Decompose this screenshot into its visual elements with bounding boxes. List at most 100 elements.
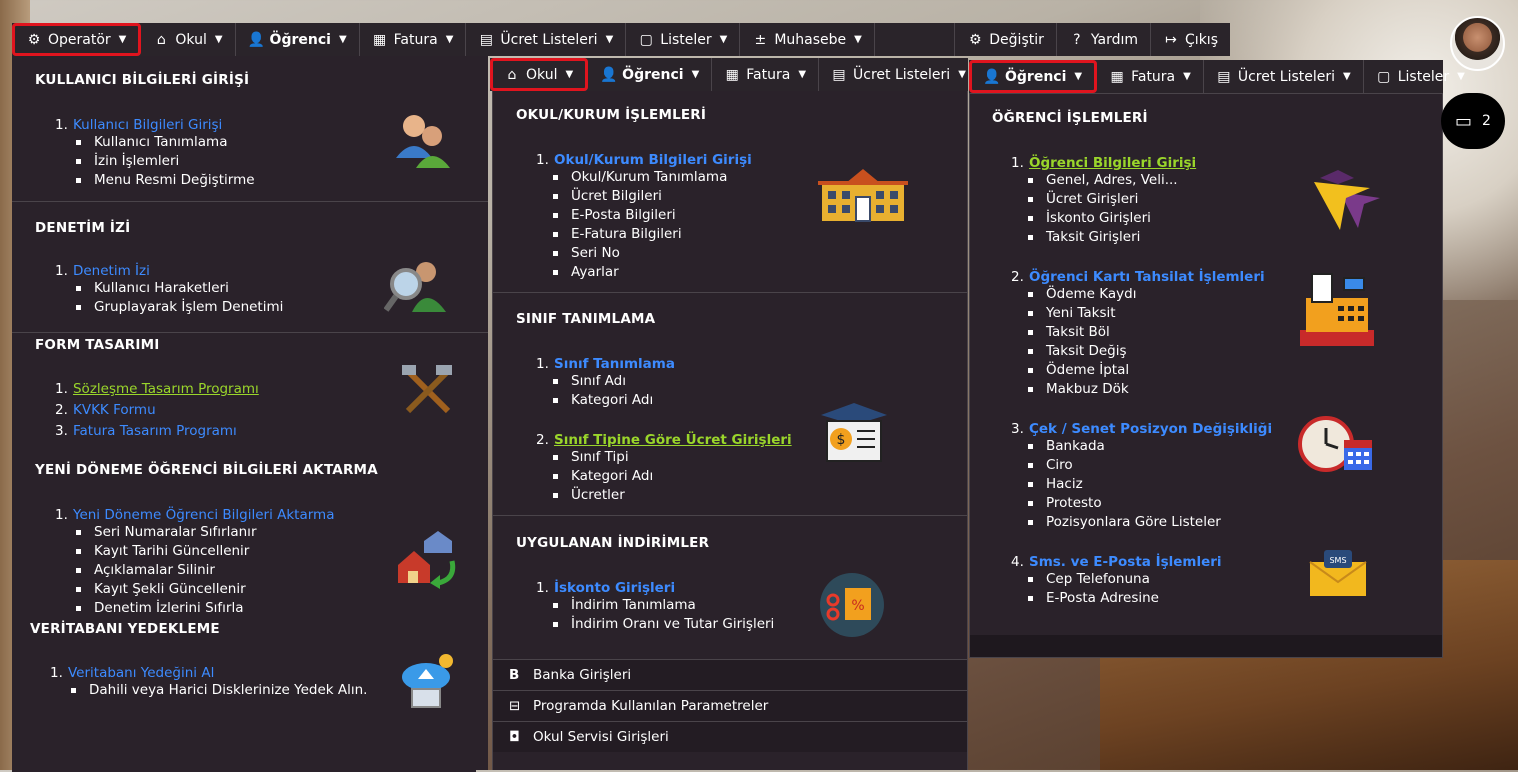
menu-subitem[interactable]: E-Fatura Bilgileri [549,225,727,244]
user-icon: 👤 [247,31,265,48]
menu-subitem[interactable]: Makbuz Dök [1024,380,1136,399]
caret-down-icon: ▼ [1183,71,1191,82]
bank-b-icon: B [509,667,520,683]
link-kvkk-formu[interactable]: KVKK Formu [73,402,156,418]
menu-subitem[interactable]: Bankada [1024,437,1221,456]
menu-subitem[interactable]: İzin İşlemleri [72,152,255,171]
menu-fatura[interactable]: ▦ Fatura ▼ [712,58,820,91]
menu-subitem[interactable]: Gruplayarak İşlem Denetimi [72,298,283,317]
user-icon: 👤 [983,68,1001,85]
menubar-spacer [875,23,956,56]
menu-okul-active[interactable]: ⌂ Okul ▼ [490,58,589,91]
menu-ucret-listeleri[interactable]: ▤ Ücret Listeleri ▼ [819,58,978,91]
link-fatura-tasarim[interactable]: Fatura Tasarım Programı [73,423,237,439]
graduate-star-icon [1314,170,1380,230]
menu-ogrenci[interactable]: 👤 Öğrenci ▼ [236,23,360,56]
menu-subitem[interactable]: E-Posta Bilgileri [549,206,727,225]
link-okul-kurum-bilgileri[interactable]: Okul/Kurum Bilgileri Girişi [554,152,752,168]
menu-ogrenci[interactable]: 👤 Öğrenci ▼ [588,58,713,91]
menu-subitem[interactable]: Taksit Böl [1024,323,1136,342]
menu-subitem[interactable]: Haciz [1024,475,1221,494]
chat-bubble-icon: ▭ [1455,110,1473,132]
menu-subitem[interactable]: Kullanıcı Haraketleri [72,279,283,298]
caret-down-icon: ▼ [338,34,347,45]
house-transfer-icon [398,531,456,589]
menu-subitem[interactable]: Kayıt Tarihi Güncellenir [72,542,257,561]
menu-subitem[interactable]: İskonto Girişleri [1024,209,1178,228]
menu-subitem[interactable]: Ödeme Kaydı [1024,285,1136,304]
menu-subitem[interactable]: Ayarlar [549,263,727,282]
menu-subitem[interactable]: Denetim İzlerini Sıfırla [72,599,257,618]
menu-subitem[interactable]: İndirim Tanımlama [549,596,774,615]
section-title: KULLANICI BİLGİLERİ GİRİŞİ [35,72,250,88]
operator-dropdown: KULLANICI BİLGİLERİ GİRİŞİ 1. Kullanıcı … [12,56,488,772]
menu-fatura[interactable]: ▦ Fatura ▼ [1097,60,1204,93]
menu-subitem[interactable]: Yeni Taksit [1024,304,1136,323]
svg-text:%: % [851,598,864,614]
menu-ucret-listeleri[interactable]: ▤ Ücret Listeleri ▼ [466,23,627,56]
menu-subitem[interactable]: Kategori Adı [549,391,653,410]
link-kullanici-bilgileri[interactable]: Kullanıcı Bilgileri Girişi [73,117,222,133]
menu-fatura[interactable]: ▦ Fatura ▼ [360,23,467,56]
link-cek-senet[interactable]: Çek / Senet Posizyon Değişikliği [1029,421,1272,437]
user-avatar[interactable] [1450,16,1505,71]
link-sms-eposta[interactable]: Sms. ve E-Posta İşlemleri [1029,554,1222,570]
caret-down-icon: ▼ [958,69,966,80]
menu-subitem[interactable]: Açıklamalar Silinir [72,561,257,580]
caret-down-icon: ▼ [854,34,862,45]
menu-subitem[interactable]: Seri Numaralar Sıfırlanır [72,523,257,542]
link-sozlesme-tasarim[interactable]: Sözleşme Tasarım Programı [73,381,259,397]
menu-ogrenci-active[interactable]: 👤 Öğrenci ▼ [969,60,1098,93]
ogrenci-menubar: 👤 Öğrenci ▼ ▦ Fatura ▼ ▤ Ücret Listeleri… [969,60,1465,93]
menu-subitem[interactable]: Genel, Adres, Veli... [1024,171,1178,190]
caret-down-icon: ▼ [691,69,700,80]
menu-subitem[interactable]: Cep Telefonuna [1024,570,1159,589]
link-ogrenci-bilgileri[interactable]: Öğrenci Bilgileri Girişi [1029,155,1196,171]
menu-ucret-listeleri[interactable]: ▤ Ücret Listeleri ▼ [1204,60,1364,93]
menu-subitem[interactable]: Kategori Adı [549,467,653,486]
chat-button[interactable]: ▭ 2 [1441,93,1505,149]
menu-subitem[interactable]: Ödeme İptal [1024,361,1136,380]
menu-cikis[interactable]: ↦ Çıkış [1151,23,1230,56]
menu-subitem[interactable]: Okul/Kurum Tanımlama [549,168,727,187]
link-veritabani-yedek[interactable]: Veritabanı Yedeğini Al [68,665,214,681]
section-yeni-donem: YENİ DÖNEME ÖĞRENCİ BİLGİLERİ AKTARMA 1.… [12,453,488,618]
menu-subitem[interactable]: Sınıf Adı [549,372,653,391]
link-sinif-tanimlama[interactable]: Sınıf Tanımlama [554,356,675,372]
okul-bottom-parametreler[interactable]: ⊟ Programda Kullanılan Parametreler [493,690,967,721]
link-kart-tahsilat[interactable]: Öğrenci Kartı Tahsilat İşlemleri [1029,269,1265,285]
menu-subitem[interactable]: Ciro [1024,456,1221,475]
menu-subitem[interactable]: Taksit Değiş [1024,342,1136,361]
section-denetim: DENETİM İZİ 1. Denetim İzi Kullanıcı Har… [12,202,488,333]
okul-bottom-servis[interactable]: ◘ Okul Servisi Girişleri [493,721,967,752]
menu-subitem[interactable]: Ücret Girişleri [1024,190,1178,209]
menu-subitem[interactable]: Seri No [549,244,727,263]
section-okul-kurum: OKUL/KURUM İŞLEMLERİ 1. Okul/Kurum Bilgi… [493,91,967,293]
menu-operator[interactable]: ⚙ Operatör ▼ [12,23,142,56]
section-form: FORM TASARIMI 1. Sözleşme Tasarım Progra… [12,333,488,453]
menu-subitem[interactable]: E-Posta Adresine [1024,589,1159,608]
menu-subitem[interactable]: Sınıf Tipi [549,448,653,467]
menu-subitem[interactable]: Ücretler [549,486,653,505]
link-yeni-doneme[interactable]: Yeni Döneme Öğrenci Bilgileri Aktarma [73,507,334,523]
menu-subitem[interactable]: Pozisyonlara Göre Listeler [1024,513,1221,532]
menu-subitem[interactable]: Protesto [1024,494,1221,513]
menu-subitem[interactable]: Ücret Bilgileri [549,187,727,206]
menu-subitem[interactable]: Taksit Girişleri [1024,228,1178,247]
link-denetim-izi[interactable]: Denetim İzi [73,263,150,279]
menu-okul[interactable]: ⌂ Okul ▼ [141,23,236,56]
okul-bottom-banka[interactable]: B Banka Girişleri [493,659,967,690]
link-iskonto-girisleri[interactable]: İskonto Girişleri [554,580,675,596]
menu-subitem[interactable]: Kullanıcı Tanımlama [72,133,255,152]
tools-icon [402,365,452,414]
menu-degistir[interactable]: ⚙ Değiştir [955,23,1057,56]
menu-subitem[interactable]: İndirim Oranı ve Tutar Girişleri [549,615,774,634]
menu-listeler[interactable]: ▢ Listeler ▼ [626,23,741,56]
menu-subitem[interactable]: Menu Resmi Değiştirme [72,171,255,190]
menu-muhasebe[interactable]: ± Muhasebe ▼ [740,23,875,56]
menu-subitem[interactable]: Dahili veya Harici Disklerinize Yedek Al… [67,681,367,700]
link-sinif-tipine-gore[interactable]: Sınıf Tipine Göre Ücret Girişleri [554,432,792,448]
menu-yardim[interactable]: ? Yardım [1057,23,1152,56]
menu-subitem[interactable]: Kayıt Şekli Güncellenir [72,580,257,599]
school-building-icon [818,169,908,222]
